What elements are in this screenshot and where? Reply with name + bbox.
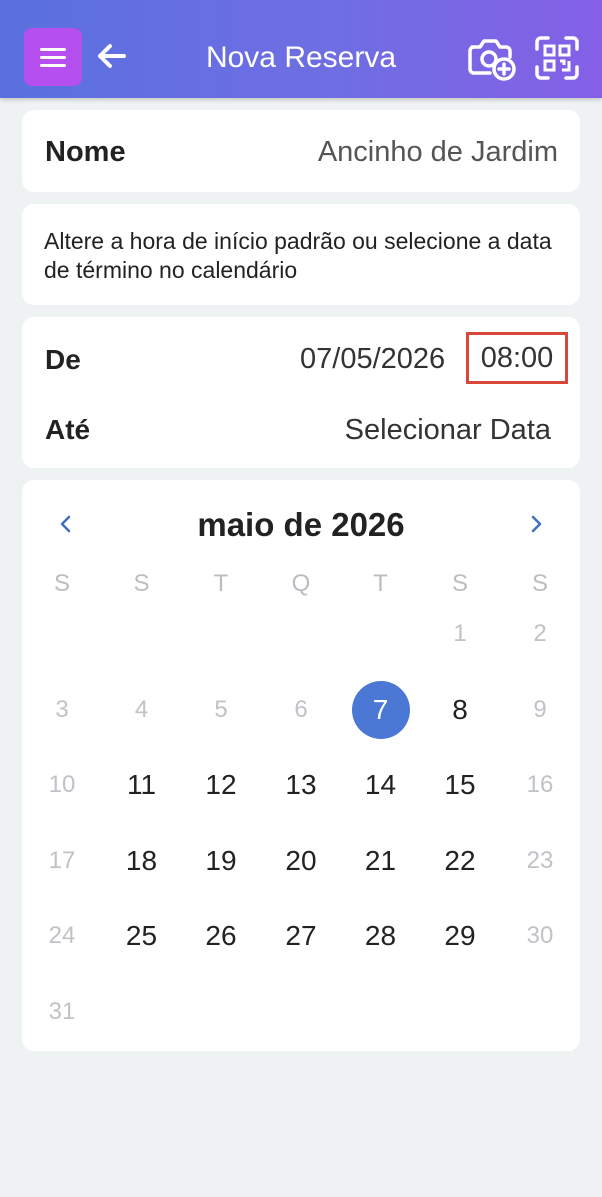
- calendar-day[interactable]: 18: [113, 832, 171, 890]
- calendar-day: 16: [526, 771, 554, 798]
- calendar-day: 4: [134, 695, 149, 723]
- calendar-day[interactable]: 19: [192, 832, 250, 890]
- info-card: Altere a hora de início padrão ou seleci…: [22, 204, 580, 305]
- calendar-day[interactable]: 15: [431, 756, 489, 814]
- calendar-day[interactable]: 21: [352, 832, 410, 890]
- instruction-text: Altere a hora de início padrão ou seleci…: [44, 228, 552, 283]
- calendar-day: 2: [533, 620, 547, 647]
- select-end-date[interactable]: Selecionar Data: [345, 414, 551, 447]
- calendar-day[interactable]: 13: [272, 756, 330, 814]
- calendar-days: 1 2 3 4 5 6 7 8 9 10 11 12 13 14 15 16 17 18 19 20 21 22 23 24 2…: [22, 480, 580, 1051]
- date-range-card: De 07/05/2026 08:00 Até Selecionar Data: [22, 317, 580, 468]
- calendar-day: 5: [214, 695, 228, 723]
- camera-add-icon[interactable]: [466, 35, 516, 81]
- calendar-day: 31: [48, 997, 76, 1025]
- qr-scan-icon[interactable]: [534, 35, 580, 81]
- calendar-day: 24: [48, 922, 76, 949]
- calendar-day: 3: [55, 695, 69, 723]
- calendar-day: 17: [48, 846, 76, 874]
- calendar-day: 30: [526, 922, 554, 949]
- calendar-day[interactable]: 28: [352, 907, 410, 965]
- calendar-day: 23: [526, 846, 554, 874]
- item-name-card: Nome Ancinho de Jardim: [22, 110, 580, 192]
- calendar-day[interactable]: 12: [192, 756, 250, 814]
- top-app-bar: Nova Reserva: [0, 0, 602, 98]
- calendar-day: 1: [453, 620, 467, 647]
- page-title: Nova Reserva: [205, 41, 397, 74]
- calendar-day[interactable]: 11: [113, 756, 171, 814]
- calendar-day-selected[interactable]: 7: [351, 680, 410, 739]
- calendar-day[interactable]: 25: [113, 907, 171, 965]
- calendar-day[interactable]: 20: [272, 832, 330, 890]
- calendar-day: 9: [533, 695, 547, 723]
- from-label: De: [45, 344, 81, 375]
- calendar-day: 6: [294, 695, 308, 723]
- calendar-day[interactable]: 14: [352, 756, 410, 814]
- calendar-day[interactable]: 29: [431, 907, 489, 965]
- arrow-left-icon[interactable]: [94, 38, 128, 74]
- name-value: Ancinho de Jardim: [317, 136, 558, 168]
- calendar-day[interactable]: 22: [431, 832, 489, 890]
- to-label: Até: [45, 414, 91, 445]
- calendar: maio de 2026 SSTQTSS 1 2 3 4 5 6 7 8 9 10 11 12 13 14…: [22, 480, 580, 1051]
- calendar-day[interactable]: 8: [431, 681, 489, 739]
- from-time-field[interactable]: 08:00: [466, 332, 568, 384]
- calendar-day: 10: [48, 771, 76, 798]
- name-label: Nome: [45, 136, 126, 168]
- from-date[interactable]: 07/05/2026: [300, 343, 445, 376]
- calendar-day[interactable]: 27: [272, 907, 330, 965]
- calendar-day[interactable]: 26: [192, 907, 250, 965]
- hamburger-menu-icon[interactable]: [24, 28, 82, 86]
